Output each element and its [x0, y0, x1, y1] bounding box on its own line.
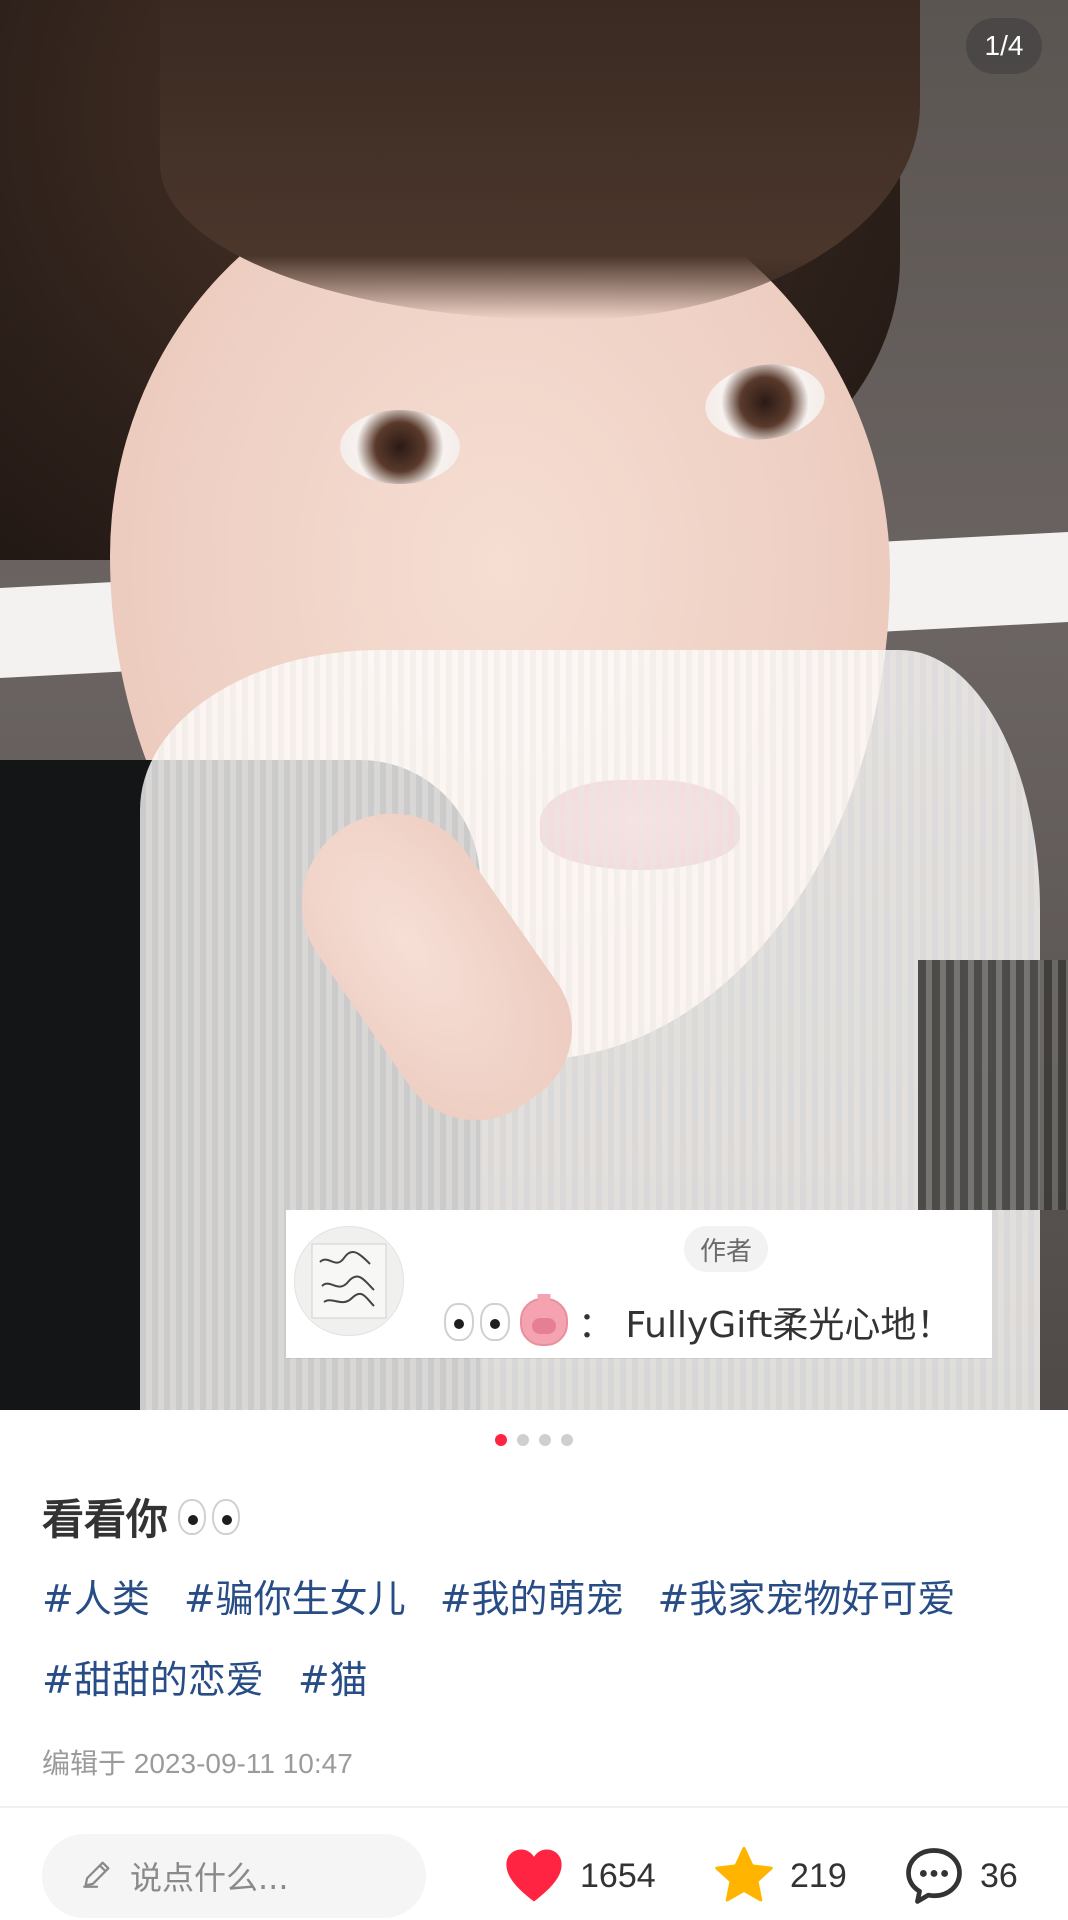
comment-input-placeholder: 说点什么... — [130, 1859, 289, 1897]
hashtag-link[interactable]: #猫 — [298, 1649, 368, 1704]
comment-bubble-icon — [906, 1848, 962, 1904]
carousel-dots — [0, 1434, 1068, 1454]
hashtag-link[interactable]: #人类 — [42, 1568, 150, 1623]
eye-glyph — [480, 1303, 510, 1341]
pinned-comment-card[interactable]: 作者 ： FullyGift柔光心地！ — [286, 1210, 992, 1358]
star-icon — [715, 1846, 773, 1902]
carousel-dot-4[interactable] — [561, 1434, 573, 1446]
eye-glyph — [212, 1498, 241, 1535]
like-count: 1654 — [580, 1856, 656, 1895]
collect-count: 219 — [790, 1856, 847, 1895]
handwritten-avatar-icon — [311, 1243, 387, 1319]
pinned-comment-text: ： FullyGift柔光心地！ — [578, 1305, 953, 1346]
hashtag-link[interactable]: #我的萌宠 — [440, 1568, 624, 1623]
hashtag-link[interactable]: #甜甜的恋爱 — [42, 1649, 264, 1704]
eye-glyph — [444, 1303, 474, 1341]
divider — [0, 1806, 1068, 1808]
eye-glyph — [178, 1498, 207, 1535]
post-photo[interactable]: 1/4 作者 ： FullyGift柔光心地！ — [0, 0, 1068, 1410]
post-title-text: 看看你 — [42, 1495, 169, 1544]
comment-button[interactable]: 36 — [900, 1840, 1018, 1912]
hashtag-link[interactable]: #骗你生女儿 — [184, 1568, 406, 1623]
eyes-emoji-icon — [178, 1498, 241, 1535]
bottom-action-bar: 说点什么... 1654 219 36 — [0, 1830, 1068, 1920]
carousel-dot-3[interactable] — [539, 1434, 551, 1446]
comment-count: 36 — [980, 1856, 1018, 1895]
heart-icon — [506, 1849, 562, 1902]
edited-time: 编辑于 2023-09-11 10:47 — [42, 1748, 353, 1779]
hashtag-link[interactable]: #我家宠物好可爱 — [658, 1568, 956, 1623]
photo-left-eye — [340, 410, 460, 484]
commenter-avatar[interactable] — [294, 1226, 404, 1336]
photo-drain-grate — [918, 960, 1068, 1210]
page-indicator: 1/4 — [966, 18, 1042, 74]
hashtag-list: #人类 #骗你生女儿 #我的萌宠 #我家宠物好可爱 #甜甜的恋爱 #猫 — [42, 1568, 1042, 1704]
like-button[interactable]: 1654 — [500, 1840, 656, 1912]
pig-face-emoji-icon — [520, 1294, 568, 1346]
carousel-dot-1[interactable] — [495, 1434, 507, 1446]
eyes-emoji-icon — [444, 1303, 510, 1341]
pinned-comment-text-row: ： FullyGift柔光心地！ — [444, 1294, 992, 1350]
author-tag: 作者 — [684, 1226, 769, 1272]
post-title: 看看你 — [42, 1486, 241, 1547]
carousel-dot-2[interactable] — [517, 1434, 529, 1446]
collect-button[interactable]: 219 — [710, 1840, 847, 1912]
pencil-icon — [80, 1857, 114, 1895]
comment-input[interactable]: 说点什么... — [42, 1834, 426, 1918]
